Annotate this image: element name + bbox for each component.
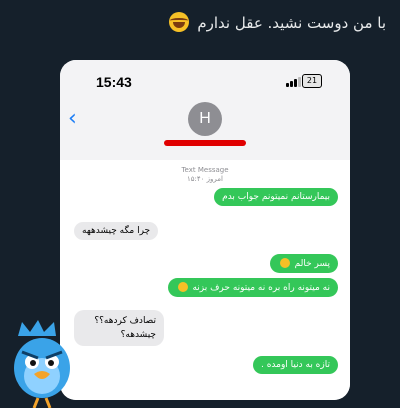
battery-icon: 21 <box>302 74 322 88</box>
tweet-body: با من دوست نشید. عقل ندارم <box>197 14 386 32</box>
contact-avatar[interactable]: H <box>188 102 222 136</box>
message-bubble-out: بیمارستانم نمیتونم جواب بدم <box>214 188 338 206</box>
screenshot-image[interactable]: 15:43 21 ‹ H Text Message امروز ۱۵:۴۰ بی… <box>60 60 350 400</box>
redacted-contact-name <box>164 140 246 146</box>
message-bubble-out: پسر خالم <box>269 254 338 273</box>
signal-icon <box>286 77 301 87</box>
angry-bird-mascot-icon <box>14 320 70 408</box>
message-bubble-in: تصادف کردهه؟؟ چیشدهه؟ <box>74 310 164 346</box>
tweet-text: با من دوست نشید. عقل ندارم <box>10 10 386 36</box>
laugh-cry-icon <box>168 12 189 32</box>
conversation-header: 15:43 21 ‹ H <box>60 60 350 160</box>
message-thread[interactable]: Text Message امروز ۱۵:۴۰ بیمارستانم نمیت… <box>60 160 350 400</box>
grimace-emoji-icon <box>279 258 290 268</box>
thread-meta: Text Message امروز ۱۵:۴۰ <box>60 166 350 184</box>
sad-emoji-icon <box>177 282 188 292</box>
message-bubble-out: تازه به دنیا اومده . <box>252 356 338 374</box>
message-type-label: Text Message <box>181 166 229 174</box>
back-chevron-icon[interactable]: ‹ <box>68 106 77 131</box>
message-date: امروز ۱۵:۴۰ <box>187 175 223 183</box>
message-bubble-out: نه میتونه راه بره نه میتونه حرف بزنه <box>167 278 338 297</box>
message-bubble-in: چرا مگه چیشدهھه <box>74 222 159 240</box>
status-time: 15:43 <box>96 74 132 90</box>
